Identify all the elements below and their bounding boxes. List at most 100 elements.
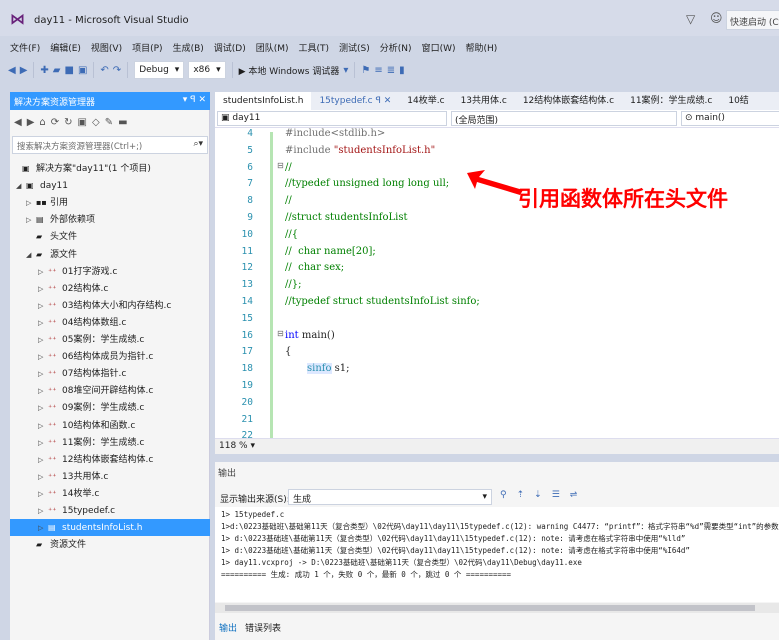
solution-platform-select[interactable]: x86 ▾: [188, 61, 226, 79]
collapse-icon[interactable]: ⊟: [277, 329, 284, 338]
close-icon[interactable]: ꟼ ✕: [375, 96, 391, 106]
menu-project[interactable]: 项目(P): [132, 41, 162, 54]
back-icon[interactable]: ◀: [8, 65, 16, 76]
tab-10-c[interactable]: 10结: [720, 92, 756, 110]
tree-source-file[interactable]: ▷ ⁺⁺ 11案例：学生成绩.c: [10, 434, 210, 451]
menu-edit[interactable]: 编辑(E): [50, 41, 81, 54]
menu-view[interactable]: 视图(V): [91, 41, 122, 54]
tree-source-file[interactable]: ▷ ⁺⁺ 08堆空间开辟结构体.c: [10, 382, 210, 399]
prev-message-icon[interactable]: ⇡: [517, 490, 525, 500]
format-icon[interactable]: ≡: [374, 65, 382, 76]
output-source-select[interactable]: 生成 ▾: [288, 489, 492, 505]
zoom-level-select[interactable]: 118 % ▾: [215, 438, 779, 454]
open-file-icon[interactable]: ▰: [53, 65, 61, 76]
find-message-icon[interactable]: ⚲: [500, 490, 507, 500]
redo-icon[interactable]: ↷: [113, 65, 121, 76]
tree-source-file[interactable]: ▷ ⁺⁺ 12结构体嵌套结构体.c: [10, 451, 210, 468]
tree-folder[interactable]: ▰ 资源文件: [10, 536, 210, 553]
project-select[interactable]: ▣ day11: [217, 111, 447, 126]
scope-select[interactable]: (全局范围): [451, 111, 677, 126]
menu-window[interactable]: 窗口(W): [422, 41, 456, 54]
tree-expander-icon[interactable]: ▷: [38, 281, 48, 298]
collapse-all-icon[interactable]: ▣: [78, 117, 87, 128]
tree-source-file[interactable]: ▷ ▤ studentsInfoList.h: [10, 519, 210, 537]
solution-search-input[interactable]: 搜索解决方案资源管理器(Ctrl+;) ⌕▾: [12, 136, 208, 154]
tree-expander-icon[interactable]: ▷: [38, 435, 48, 452]
tree-source-file[interactable]: ▷ ⁺⁺ 03结构体大小和内存结构.c: [10, 297, 210, 314]
menu-tools[interactable]: 工具(T): [299, 41, 330, 54]
save-icon[interactable]: ■: [65, 65, 74, 76]
feedback-icon[interactable]: ☺: [710, 11, 723, 25]
tree-source-file[interactable]: ▷ ⁺⁺ 07结构体指针.c: [10, 365, 210, 382]
start-debugging-button[interactable]: ▶ 本地 Windows 调试器: [239, 64, 340, 77]
chevron-down-icon[interactable]: ▾: [343, 65, 348, 76]
find-icon[interactable]: ⚑: [361, 65, 370, 76]
minus-icon[interactable]: ▬: [118, 117, 127, 128]
tree-expander-icon[interactable]: ▷: [26, 195, 36, 212]
tree-source-file[interactable]: ▷ ⁺⁺ 01打字游戏.c: [10, 263, 210, 280]
home-icon[interactable]: ⌂: [39, 117, 45, 128]
tree-project-day11[interactable]: ◢ ▣ day11: [10, 177, 210, 194]
horizontal-scrollbar[interactable]: [215, 603, 779, 613]
word-wrap-icon[interactable]: ⇌: [570, 490, 578, 500]
tree-solution[interactable]: ▣ 解决方案"day11"(1 个项目): [10, 160, 210, 177]
comment-icon[interactable]: ≣: [387, 65, 395, 76]
clear-all-icon[interactable]: ☰: [552, 490, 560, 500]
tree-folder[interactable]: ◢ ▰ 源文件: [10, 246, 210, 263]
tab-output[interactable]: 输出: [219, 621, 237, 634]
menu-file[interactable]: 文件(F): [10, 41, 40, 54]
tab-11case-c[interactable]: 11案例：学生成绩.c: [622, 92, 720, 110]
tree-expander-icon[interactable]: ▷: [38, 520, 48, 537]
tree-expander-icon[interactable]: ▷: [38, 383, 48, 400]
tab-error-list[interactable]: 错误列表: [245, 621, 281, 634]
tab-15typedef-c[interactable]: 15typedef.c ꟼ ✕: [311, 92, 399, 110]
menu-build[interactable]: 生成(B): [173, 41, 204, 54]
forward-icon[interactable]: ▶: [27, 117, 35, 128]
tree-expander-icon[interactable]: ▷: [38, 264, 48, 281]
menu-analyze[interactable]: 分析(N): [380, 41, 412, 54]
tree-expander-icon[interactable]: ▷: [38, 452, 48, 469]
pane-options-icon[interactable]: ▾ ꟼ ✕: [183, 95, 206, 105]
menu-test[interactable]: 测试(S): [339, 41, 370, 54]
tree-expander-icon[interactable]: ▷: [38, 349, 48, 366]
new-project-icon[interactable]: ✚: [40, 65, 48, 76]
tree-expander-icon[interactable]: ▷: [38, 298, 48, 315]
properties-icon[interactable]: ◇: [92, 117, 100, 128]
tree-expander-icon[interactable]: ◢: [16, 178, 26, 195]
scrollbar-thumb[interactable]: [225, 605, 755, 611]
tree-expander-icon[interactable]: ▷: [38, 503, 48, 520]
tree-expander-icon[interactable]: ▷: [26, 212, 36, 229]
wrench-icon[interactable]: ✎: [105, 117, 113, 128]
undo-icon[interactable]: ↶: [100, 65, 108, 76]
tab-14enum-c[interactable]: 14枚举.c: [399, 92, 452, 110]
back-icon[interactable]: ◀: [14, 117, 22, 128]
bookmark-icon[interactable]: ▮: [399, 65, 405, 76]
tree-expander-icon[interactable]: ▷: [38, 469, 48, 486]
menu-help[interactable]: 帮助(H): [465, 41, 497, 54]
notification-filter-icon[interactable]: ▽: [686, 12, 695, 26]
tab-studentsinfolist-h[interactable]: studentsInfoList.h: [215, 92, 312, 110]
member-select[interactable]: ⊙ main(): [681, 111, 779, 126]
menu-team[interactable]: 团队(M): [256, 41, 289, 54]
tree-source-file[interactable]: ▷ ⁺⁺ 05案例：学生成绩.c: [10, 331, 210, 348]
tree-source-file[interactable]: ▷ ⁺⁺ 10结构体和函数.c: [10, 417, 210, 434]
tree-folder[interactable]: ▷ ▪▪ 引用: [10, 194, 210, 211]
tree-source-file[interactable]: ▷ ⁺⁺ 13共用体.c: [10, 468, 210, 485]
tree-expander-icon[interactable]: ◢: [26, 247, 36, 264]
tree-expander-icon[interactable]: ▷: [38, 366, 48, 383]
menu-debug[interactable]: 调试(D): [214, 41, 246, 54]
solution-configuration-select[interactable]: Debug ▾: [134, 61, 185, 79]
refresh-icon[interactable]: ↻: [64, 117, 72, 128]
tree-expander-icon[interactable]: ▷: [38, 400, 48, 417]
tab-12nested-struct-c[interactable]: 12结构体嵌套结构体.c: [515, 92, 622, 110]
quick-launch-input[interactable]: 快速启动 (Ctrl+Q): [726, 10, 779, 30]
tree-folder[interactable]: ▰ 头文件: [10, 228, 210, 245]
tab-13union-c[interactable]: 13共用体.c: [453, 92, 515, 110]
tree-source-file[interactable]: ▷ ⁺⁺ 04结构体数组.c: [10, 314, 210, 331]
tree-source-file[interactable]: ▷ ⁺⁺ 09案例：学生成绩.c: [10, 399, 210, 416]
tree-folder[interactable]: ▷ ▤ 外部依赖项: [10, 211, 210, 228]
tree-source-file[interactable]: ▷ ⁺⁺ 14枚举.c: [10, 485, 210, 502]
tree-source-file[interactable]: ▷ ⁺⁺ 15typedef.c: [10, 502, 210, 519]
save-all-icon[interactable]: ▣: [78, 65, 87, 76]
tree-source-file[interactable]: ▷ ⁺⁺ 06结构体成员为指针.c: [10, 348, 210, 365]
